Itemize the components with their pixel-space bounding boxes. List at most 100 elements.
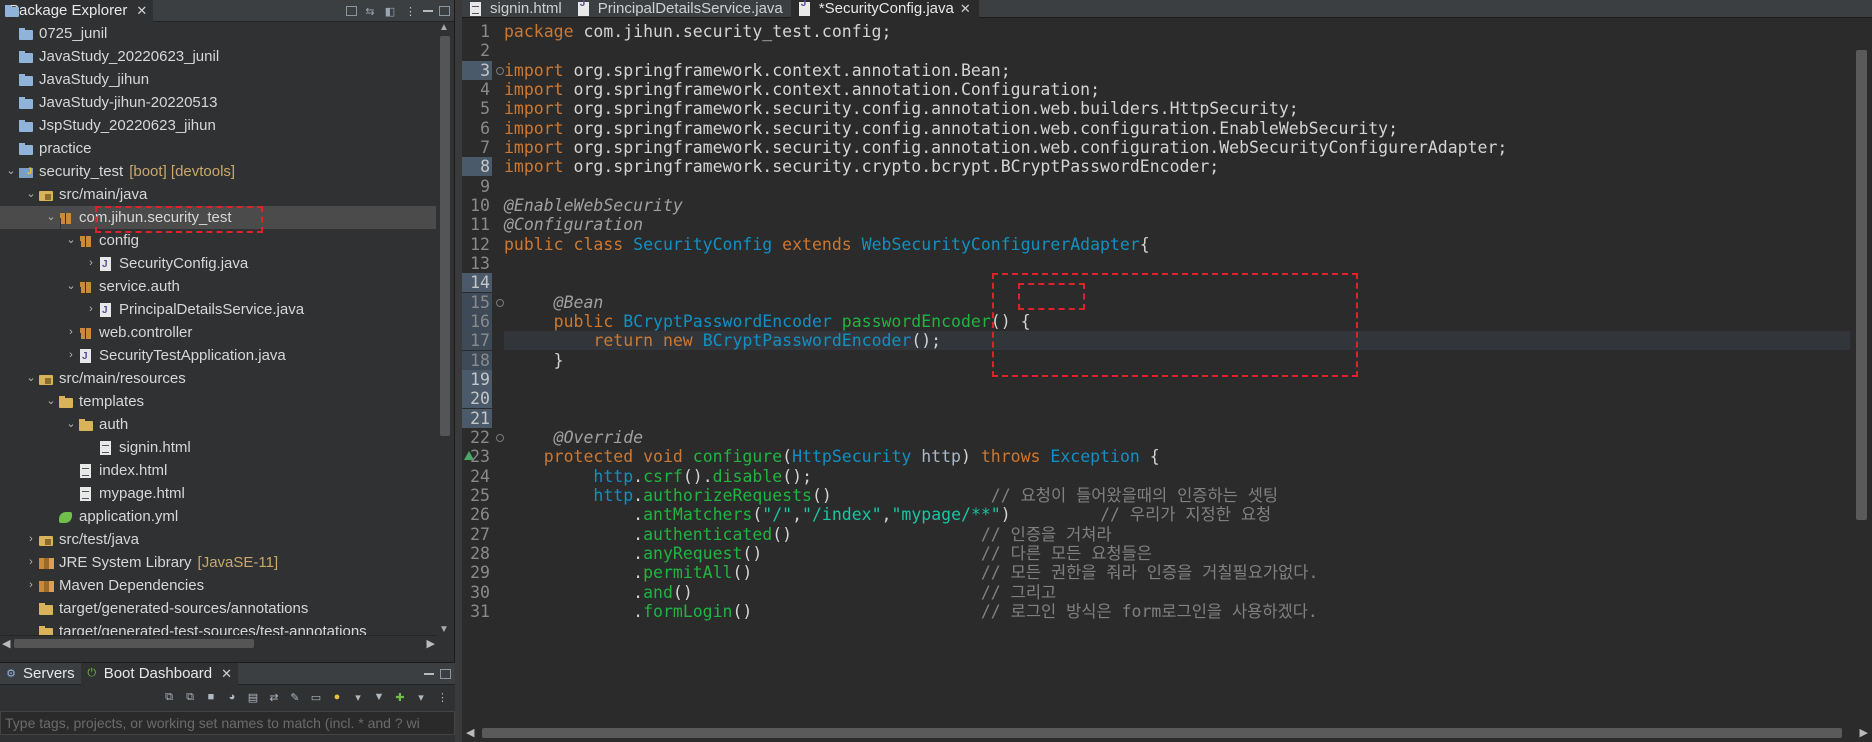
filter-input[interactable]: Type tags, projects, or working set name… xyxy=(0,711,455,735)
minimize-icon[interactable] xyxy=(423,10,433,12)
code-line[interactable]: @Override xyxy=(504,428,643,447)
dropdown-icon[interactable]: ▾ xyxy=(414,691,428,704)
scroll-left-icon[interactable]: ◀ xyxy=(2,637,10,650)
code-line[interactable]: .formLogin() // 로그인 방식은 form로그인을 사용하겠다. xyxy=(504,602,1318,621)
stop-icon[interactable]: ■ xyxy=(204,691,218,703)
code-line[interactable]: .antMatchers("/","/index","mypage/**") /… xyxy=(504,505,1271,524)
tree-horizontal-scrollbar[interactable]: ◀ ▶ xyxy=(0,635,437,650)
collapse-all-icon[interactable] xyxy=(346,6,357,16)
tree-item[interactable]: ⌄ security_test [boot] [devtools] xyxy=(0,160,437,183)
project-tree[interactable]: 0725_junil JavaStudy_20220623_junil JavaSt… xyxy=(0,22,437,635)
tree-item[interactable]: target/generated-sources/annotations xyxy=(0,597,437,620)
fold-toggle-icon[interactable] xyxy=(496,434,504,442)
code-line[interactable]: .and() // 그리고 xyxy=(504,583,1056,602)
tree-item[interactable]: target/generated-test-sources/test-annot… xyxy=(0,620,437,635)
console-icon[interactable]: ▤ xyxy=(246,691,260,704)
tree-vertical-scrollbar[interactable]: ▲ ▼ xyxy=(436,22,454,635)
code-line[interactable]: import org.springframework.security.conf… xyxy=(504,119,1398,138)
scroll-right-icon[interactable]: ▶ xyxy=(1860,726,1868,739)
scroll-up-icon[interactable]: ▲ xyxy=(439,22,449,33)
tree-item[interactable]: ⌄ src/main/java xyxy=(0,183,437,206)
close-icon[interactable]: ✕ xyxy=(960,1,971,17)
code-line[interactable]: @EnableWebSecurity xyxy=(504,196,683,215)
tree-item[interactable]: JavaStudy_20220623_junil xyxy=(0,45,437,68)
chevron-down-icon[interactable]: ⌄ xyxy=(64,229,78,252)
chevron-right-icon[interactable]: › xyxy=(84,298,98,321)
code-line[interactable]: .permitAll() // 모든 권한을 줘라 인증을 거칠필요가없다. xyxy=(504,563,1318,582)
editor-vertical-scrollbar[interactable] xyxy=(1850,20,1872,724)
code-line[interactable]: public class SecurityConfig extends WebS… xyxy=(504,235,1150,254)
editor-tab[interactable]: signin.html xyxy=(462,0,570,18)
editor-tab[interactable]: PrincipalDetailsService.java xyxy=(570,0,791,18)
editor-hscroll-thumb[interactable] xyxy=(482,728,1842,738)
chevron-down-icon[interactable]: ⌄ xyxy=(64,413,78,436)
refresh-icon[interactable]: ◕ xyxy=(225,691,239,703)
tree-item[interactable]: JavaStudy-jihun-20220513 xyxy=(0,91,437,114)
tree-item[interactable]: › src/test/java xyxy=(0,528,437,551)
chevron-right-icon[interactable]: › xyxy=(24,551,38,574)
tree-hscroll-thumb[interactable] xyxy=(14,639,254,648)
code-line[interactable]: } xyxy=(504,351,564,370)
code-line[interactable]: import org.springframework.security.conf… xyxy=(504,99,1299,118)
start-icon[interactable]: ⧉ xyxy=(162,691,176,703)
tree-item[interactable]: JavaStudy_jihun xyxy=(0,68,437,91)
maximize-icon[interactable] xyxy=(440,669,451,679)
code-line[interactable]: .authenticated() // 인증을 거쳐라 xyxy=(504,525,1112,544)
editor-horizontal-scrollbar[interactable]: ◀ ▶ xyxy=(462,724,1872,742)
window-icon[interactable]: ▭ xyxy=(309,691,323,704)
tab-package-explorer[interactable]: Package Explorer ✕ xyxy=(0,0,154,22)
chevron-down-icon[interactable]: ⌄ xyxy=(64,275,78,298)
chevron-down-icon[interactable]: ⌄ xyxy=(24,183,38,206)
scroll-down-icon[interactable]: ▼ xyxy=(439,624,449,635)
chevron-right-icon[interactable]: › xyxy=(64,344,78,367)
dropdown-icon[interactable]: ▾ xyxy=(351,691,365,704)
view-menu-icon[interactable]: ⋮ xyxy=(435,691,449,704)
close-icon[interactable]: ✕ xyxy=(221,666,232,682)
code-line[interactable]: protected void configure(HttpSecurity ht… xyxy=(504,447,1160,466)
scroll-left-icon[interactable]: ◀ xyxy=(466,726,474,739)
tree-item[interactable]: practice xyxy=(0,137,437,160)
tree-item[interactable]: ⌄ src/main/resources xyxy=(0,367,437,390)
tree-item[interactable]: › web.controller xyxy=(0,321,437,344)
tree-item[interactable]: › JRE System Library [JavaSE-11] xyxy=(0,551,437,574)
line-number-gutter[interactable]: 1 2 3 4 5 6 7 8 9 10 11 12 13 14 15 16 17 18 19 20 21 22 23 24 2… xyxy=(462,20,496,724)
tree-item[interactable]: ⌄ auth xyxy=(0,413,437,436)
scroll-right-icon[interactable]: ▶ xyxy=(427,637,435,650)
chevron-right-icon[interactable]: › xyxy=(24,528,38,551)
code-line[interactable]: http.authorizeRequests() // 요청이 들어왔을때의 인… xyxy=(504,486,1278,505)
code-line[interactable]: import org.springframework.security.cryp… xyxy=(504,157,1219,176)
tree-item[interactable]: › SecurityTestApplication.java xyxy=(0,344,437,368)
code-line[interactable]: http.csrf().disable(); xyxy=(504,467,812,486)
focus-icon[interactable]: ◧ xyxy=(383,5,397,18)
fold-toggle-icon[interactable] xyxy=(496,299,504,307)
debug-icon[interactable]: ⧉ xyxy=(183,691,197,703)
bulb-icon[interactable]: ● xyxy=(330,691,344,703)
editor-tab[interactable]: *SecurityConfig.java ✕ xyxy=(790,0,979,18)
swap-icon[interactable]: ⇄ xyxy=(267,691,281,704)
chevron-down-icon[interactable]: ⌄ xyxy=(44,206,58,229)
code-line[interactable]: @Bean xyxy=(504,293,604,312)
maximize-icon[interactable] xyxy=(439,6,450,16)
edit-icon[interactable]: ✎ xyxy=(288,691,302,704)
code-line[interactable]: return new BCryptPasswordEncoder(); xyxy=(504,331,941,350)
add-icon[interactable]: ✚ xyxy=(393,691,407,704)
code-line[interactable]: @Configuration xyxy=(504,215,643,234)
chevron-down-icon[interactable]: ⌄ xyxy=(24,367,38,390)
code-line[interactable]: public BCryptPasswordEncoder passwordEnc… xyxy=(504,312,1031,331)
code-line[interactable]: package com.jihun.security_test.config; xyxy=(504,22,891,41)
chevron-right-icon[interactable]: › xyxy=(84,252,98,275)
tree-item[interactable]: › Maven Dependencies xyxy=(0,574,437,597)
tree-item[interactable]: ⌄ service.auth xyxy=(0,275,437,298)
chevron-right-icon[interactable]: › xyxy=(24,574,38,597)
tree-item[interactable]: JspStudy_20220623_jihun xyxy=(0,114,437,137)
code-line[interactable]: import org.springframework.context.annot… xyxy=(504,80,1100,99)
tree-item[interactable]: signin.html xyxy=(0,436,437,459)
editor-scroll-thumb[interactable] xyxy=(1856,50,1867,520)
tree-scroll-thumb[interactable] xyxy=(440,36,450,436)
code-line[interactable]: import org.springframework.security.conf… xyxy=(504,138,1507,157)
code-line[interactable]: import org.springframework.context.annot… xyxy=(504,61,1011,80)
chevron-right-icon[interactable]: › xyxy=(64,321,78,344)
tree-item[interactable]: ⌄ templates xyxy=(0,390,437,413)
link-with-editor-icon[interactable]: ⇆ xyxy=(363,5,377,18)
tab-boot-dashboard[interactable]: ⏻ Boot Dashboard ✕ xyxy=(80,662,238,685)
